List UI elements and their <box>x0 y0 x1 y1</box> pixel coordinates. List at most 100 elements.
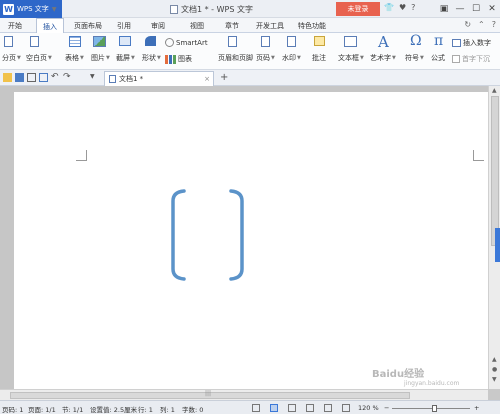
chevron-down-icon: ▼ <box>297 55 301 61</box>
print-icon[interactable] <box>27 73 36 82</box>
tab-home[interactable]: 开始 <box>2 18 28 33</box>
horizontal-scrollbar[interactable]: ||| <box>0 389 488 400</box>
customize-icon[interactable]: ▼ <box>90 73 99 82</box>
comment-icon[interactable] <box>314 36 327 46</box>
new-tab-button[interactable]: + <box>220 72 228 83</box>
crop-mark-top-left <box>76 150 87 161</box>
tab-references[interactable]: 引用 <box>112 18 136 33</box>
screenshot-button[interactable]: 截屏 ▼ <box>116 53 135 63</box>
window-controls: ▣ — ☐ ✕ <box>436 0 500 18</box>
chevron-down-icon: ▼ <box>106 55 110 61</box>
page-view-icon[interactable] <box>270 404 278 412</box>
page-number-icon[interactable] <box>261 36 272 47</box>
table-label: 表格 <box>65 54 79 62</box>
header-footer-button[interactable]: 页眉和页脚 <box>218 53 253 63</box>
scroll-up-icon[interactable]: ▲ <box>492 87 497 94</box>
formula-icon[interactable]: π <box>434 33 443 49</box>
textbox-icon[interactable] <box>344 36 359 47</box>
picture-button[interactable]: 图片 ▼ <box>91 53 110 63</box>
crop-mark-top-right <box>473 150 484 161</box>
preview-icon[interactable] <box>39 73 48 82</box>
tab-review[interactable]: 审阅 <box>146 18 170 33</box>
close-icon[interactable]: ✕ <box>484 0 500 18</box>
symbol-button[interactable]: 符号 ▼ <box>405 53 424 63</box>
page-break-button[interactable]: 分页 ▼ <box>2 53 21 63</box>
textbox-label: 文本框 <box>338 54 359 62</box>
scroll-thumb[interactable] <box>491 96 499 246</box>
zoom-slider-handle[interactable] <box>431 405 437 412</box>
zoom-out-icon[interactable]: − <box>384 404 389 412</box>
shape-icon[interactable] <box>145 36 158 46</box>
web-view-icon[interactable] <box>306 404 314 412</box>
textbox-button[interactable]: 文本框 ▼ <box>338 53 364 63</box>
next-page-icon[interactable]: ▼ <box>492 376 497 383</box>
close-tab-icon[interactable]: × <box>204 75 210 83</box>
window-title: 文档1 * - WPS 文字 <box>170 4 253 15</box>
watermark-button[interactable]: 水印 ▼ <box>282 53 301 63</box>
tab-chapter[interactable]: 章节 <box>220 18 244 33</box>
eye-protect-icon[interactable] <box>342 404 350 412</box>
redo-icon[interactable]: ↷ <box>63 73 72 82</box>
chevron-down-icon: ▼ <box>80 55 84 61</box>
smartart-button[interactable]: SmartArt <box>165 38 208 47</box>
table-button[interactable]: 表格 ▼ <box>65 53 84 63</box>
header-footer-icon[interactable] <box>228 36 239 47</box>
insert-number-button[interactable]: 插入数字 <box>452 38 491 48</box>
comment-button[interactable]: 批注 <box>312 53 326 63</box>
symbol-icon[interactable]: Ω <box>410 33 422 49</box>
prev-page-icon[interactable]: ▲ <box>492 356 497 363</box>
chevron-down-icon: ▼ <box>17 55 21 61</box>
bracket-shape[interactable] <box>170 187 245 283</box>
picture-icon[interactable] <box>93 36 108 47</box>
tab-features[interactable]: 特色功能 <box>294 18 330 33</box>
blank-page-icon[interactable] <box>30 36 41 47</box>
open-icon[interactable] <box>3 73 12 82</box>
tab-developer[interactable]: 开发工具 <box>252 18 288 33</box>
menu-tabs: 开始 插入 页面布局 引用 审阅 视图 章节 开发工具 特色功能 ↻ ⌃ ? <box>0 18 500 34</box>
reading-view-icon[interactable] <box>324 404 332 412</box>
undo-icon[interactable]: ↶ <box>51 73 60 82</box>
chevron-down-icon: ▼ <box>131 55 135 61</box>
shape-button[interactable]: 形状 ▼ <box>142 53 161 63</box>
shirt-icon[interactable]: 👕 <box>384 3 394 12</box>
restore-icon[interactable]: ▣ <box>436 0 452 18</box>
wordart-button[interactable]: 艺术字 ▼ <box>370 53 396 63</box>
expand-icon[interactable]: ⌃ <box>478 20 485 29</box>
side-panel-tab[interactable] <box>495 228 500 262</box>
maximize-icon[interactable]: ☐ <box>468 0 484 18</box>
dropcap-button[interactable]: 首字下沉 <box>452 54 490 64</box>
tab-insert[interactable]: 插入 <box>36 18 64 34</box>
formula-button[interactable]: 公式 <box>431 53 445 63</box>
app-menu-button[interactable]: W WPS 文字 ▼ <box>0 0 62 18</box>
sync-icon[interactable]: ↻ <box>464 20 471 29</box>
heart-icon[interactable]: ♥ <box>399 3 406 12</box>
table-icon[interactable] <box>69 36 83 47</box>
chart-button[interactable]: 图表 <box>165 54 192 64</box>
login-button[interactable]: 未登录 <box>336 2 380 16</box>
document-page[interactable] <box>14 92 488 392</box>
blank-page-button[interactable]: 空白页 ▼ <box>26 53 52 63</box>
outline-view-icon[interactable] <box>288 404 296 412</box>
smartart-icon <box>165 38 174 47</box>
save-icon[interactable] <box>15 73 24 82</box>
wordart-icon[interactable]: A <box>378 33 389 51</box>
select-browse-icon[interactable]: ● <box>492 366 497 373</box>
document-tab[interactable]: 文档1 * × <box>104 71 214 86</box>
title-bar: W WPS 文字 ▼ 文档1 * - WPS 文字 未登录 👕 ♥ ? ▣ — … <box>0 0 500 18</box>
help-icon[interactable]: ? <box>411 3 415 12</box>
page-break-icon[interactable] <box>4 36 15 47</box>
tab-view[interactable]: 视图 <box>185 18 209 33</box>
status-words: 字数: 0 <box>182 406 204 414</box>
tab-page-layout[interactable]: 页面布局 <box>70 18 106 33</box>
watermark-icon[interactable] <box>287 36 298 47</box>
zoom-level[interactable]: 120 % <box>358 404 379 412</box>
app-name: WPS 文字 <box>17 5 49 13</box>
screenshot-icon[interactable] <box>119 36 133 46</box>
page-number-button[interactable]: 页码 ▼ <box>256 53 275 63</box>
zoom-in-icon[interactable]: + <box>474 404 479 412</box>
full-screen-view-icon[interactable] <box>252 404 260 412</box>
help-icon[interactable]: ? <box>492 20 496 29</box>
chevron-down-icon: ▼ <box>48 55 52 61</box>
wordart-label: 艺术字 <box>370 54 391 62</box>
minimize-icon[interactable]: — <box>452 0 468 18</box>
